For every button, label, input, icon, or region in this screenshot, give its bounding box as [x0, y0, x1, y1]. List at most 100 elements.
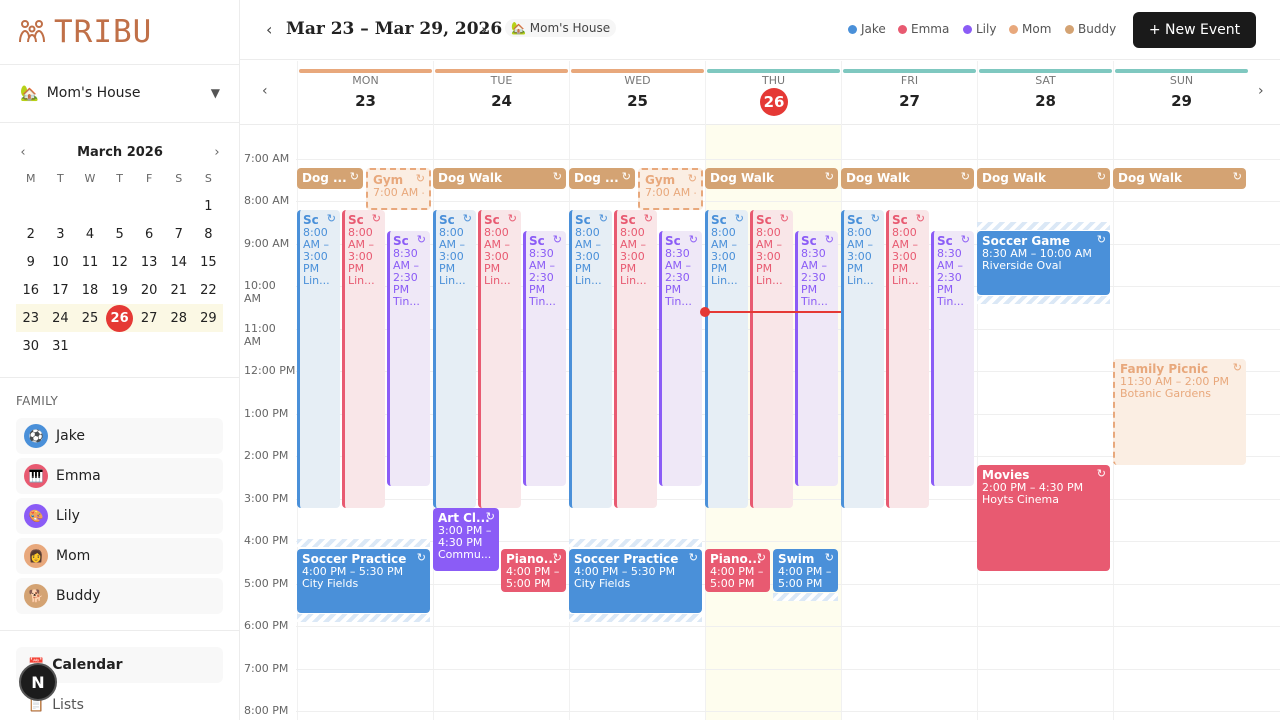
mini-cal-day[interactable]: 1: [194, 192, 224, 220]
next-week-icon[interactable]: ›: [481, 20, 487, 39]
mini-cal-day[interactable]: 19: [105, 276, 135, 304]
mini-cal-day[interactable]: 15: [194, 248, 224, 276]
event-detail: 4:00 PM –: [506, 566, 560, 578]
mini-cal-day[interactable]: 10: [46, 248, 76, 276]
event-dog-walk[interactable]: Dog Walk ↻: [841, 168, 974, 189]
legend-buddy: Buddy: [1065, 22, 1116, 36]
mini-cal-day[interactable]: 6: [134, 220, 164, 248]
recurring-icon: ↻: [688, 233, 698, 246]
mini-cal-day[interactable]: 3: [46, 220, 76, 248]
mini-cal-next-icon[interactable]: ›: [210, 145, 224, 160]
family-member-mom[interactable]: 👩 Mom: [16, 538, 223, 574]
app-logo[interactable]: TRIBU: [16, 14, 152, 50]
day-header-thu[interactable]: THU 26: [705, 61, 841, 125]
mini-cal-day[interactable]: 7: [164, 220, 194, 248]
event-soccer-practice[interactable]: Soccer Practice 4:00 PM – 5:30 PM City Fie…: [297, 549, 430, 613]
event-detail: 8:00: [575, 227, 600, 239]
event-dog-walk[interactable]: Dog Walk ↻: [433, 168, 566, 189]
event-school-jake[interactable]: Sc 8:00 AM –3:00 PM Lin... ↻: [569, 210, 612, 508]
legend-emma: Emma: [898, 22, 949, 36]
mini-cal-day[interactable]: 24: [45, 304, 76, 332]
mini-cal-day[interactable]: 4: [75, 220, 105, 248]
house-selector[interactable]: 🏡 Mom's House ▼: [16, 78, 224, 108]
event-school-emma[interactable]: Sc 8:00 AM –3:00 PM Lin... ↻: [342, 210, 385, 508]
event-school-emma[interactable]: Sc 8:00 AM –3:00 PM Lin... ↻: [478, 210, 521, 508]
family-member-buddy[interactable]: 🐕 Buddy: [16, 578, 223, 614]
mini-cal-day[interactable]: 16: [16, 276, 46, 304]
mini-cal-day[interactable]: 17: [46, 276, 76, 304]
mini-cal-day[interactable]: 26: [104, 304, 135, 332]
day-header-wed[interactable]: WED 25: [569, 61, 705, 125]
family-member-jake[interactable]: ⚽ Jake: [16, 418, 223, 454]
event-dog-walk[interactable]: Dog Walk ↻: [705, 168, 838, 189]
event-soccer-game[interactable]: Soccer Game 8:30 AM – 10:00 AM Riverside O…: [977, 231, 1110, 295]
event-dog-walk[interactable]: Dog Walk ↻: [977, 168, 1110, 189]
mini-cal-day[interactable]: 20: [134, 276, 164, 304]
mini-cal-day[interactable]: 12: [105, 248, 135, 276]
event-school-jake[interactable]: Sc 8:00 AM –3:00 PM Lin... ↻: [841, 210, 884, 508]
mini-cal-day[interactable]: 18: [75, 276, 105, 304]
mini-cal-day[interactable]: 31: [46, 332, 76, 360]
mini-cal-prev-icon[interactable]: ‹: [16, 145, 30, 160]
event-dog-walk[interactable]: Dog ... ↻: [297, 168, 363, 189]
event-school-jake[interactable]: Sc 8:00 AM –3:00 PM Lin... ↻: [705, 210, 748, 508]
family-member-lily[interactable]: 🎨 Lily: [16, 498, 223, 534]
mini-cal-day[interactable]: 23: [16, 304, 46, 332]
user-badge[interactable]: N: [19, 663, 57, 701]
event-school-lily[interactable]: Sc 8:30 AM –2:30 PM Tin... ↻: [387, 231, 430, 486]
mini-cal-day[interactable]: 11: [75, 248, 105, 276]
event-art-class[interactable]: Art Cl... 3:00 PM –4:30 PM Commu... ↻: [433, 508, 499, 571]
event-soccer-practice[interactable]: Soccer Practice 4:00 PM – 5:30 PM City Fie…: [569, 549, 702, 613]
event-school-emma[interactable]: Sc 8:00 AM –3:00 PM Lin... ↻: [886, 210, 929, 508]
event-gym[interactable]: Gym7:00 AM – 8:00 AM↻: [366, 168, 431, 210]
event-swim[interactable]: Swim 4:00 PM –5:00 PM ↻: [773, 549, 838, 592]
event-piano[interactable]: Piano... 4:00 PM –5:00 PM ↻: [501, 549, 566, 592]
mini-cal-day[interactable]: 28: [163, 304, 194, 332]
event-dog-walk[interactable]: Dog Walk ↻: [1113, 168, 1246, 189]
mini-cal-day[interactable]: 25: [75, 304, 105, 332]
mini-cal-day[interactable]: 8: [194, 220, 224, 248]
hour-label: 6:00 PM: [244, 619, 289, 632]
event-detail: Lin...: [892, 275, 919, 287]
day-header-tue[interactable]: TUE 24: [433, 61, 569, 125]
mini-cal-day[interactable]: 22: [194, 276, 224, 304]
day-header-fri[interactable]: FRI 27: [841, 61, 977, 125]
mini-cal-day[interactable]: 13: [134, 248, 164, 276]
day-column[interactable]: [977, 125, 1113, 720]
mini-cal-day[interactable]: 29: [193, 304, 224, 332]
event-movies[interactable]: Movies 2:00 PM – 4:30 PM Hoyts Cinema ↻: [977, 465, 1110, 571]
event-school-emma[interactable]: Sc 8:00 AM –3:00 PM Lin... ↻: [614, 210, 657, 508]
mini-cal-day[interactable]: 2: [16, 220, 46, 248]
event-school-jake[interactable]: Sc 8:00 AM –3:00 PM Lin... ↻: [433, 210, 476, 508]
event-dog-walk[interactable]: Dog ... ↻: [569, 168, 635, 189]
event-piano[interactable]: Piano... 4:00 PM –5:00 PM ↻: [705, 549, 770, 592]
mini-cal-day[interactable]: 21: [164, 276, 194, 304]
event-family-picnic[interactable]: Family Picnic 11:30 AM – 2:00 PM Botanic G…: [1113, 359, 1246, 465]
recurring-icon: ↻: [552, 233, 562, 246]
event-gym[interactable]: Gym7:00 AM – 8:00 AM↻: [638, 168, 703, 210]
app-name: TRIBU: [54, 14, 153, 50]
scroll-right-icon[interactable]: ›: [1258, 83, 1264, 99]
day-header-sun[interactable]: SUN 29: [1113, 61, 1249, 125]
prev-week-icon[interactable]: ‹: [266, 20, 272, 39]
scroll-left-icon[interactable]: ‹: [262, 83, 268, 99]
mini-cal-day[interactable]: 5: [105, 220, 135, 248]
recurring-icon: ↻: [915, 212, 925, 225]
event-school-jake[interactable]: Sc 8:00 AM –3:00 PM Lin... ↻: [297, 210, 340, 508]
event-school-lily[interactable]: Sc 8:30 AM –2:30 PM Tin... ↻: [523, 231, 566, 486]
mini-cal-day[interactable]: 9: [16, 248, 46, 276]
mini-cal-day[interactable]: 14: [164, 248, 194, 276]
legend-mom: Mom: [1009, 22, 1051, 36]
legend-label: Buddy: [1078, 22, 1117, 36]
event-school-lily[interactable]: Sc 8:30 AM –2:30 PM Tin... ↻: [931, 231, 974, 486]
day-header-mon[interactable]: MON 23: [297, 61, 433, 125]
mini-cal-today[interactable]: 26: [106, 304, 134, 332]
event-school-lily[interactable]: Sc 8:30 AM –2:30 PM Tin... ↻: [659, 231, 702, 486]
family-member-emma[interactable]: 🎹 Emma: [16, 458, 223, 494]
event-school-emma[interactable]: Sc 8:00 AM –3:00 PM Lin... ↻: [750, 210, 793, 508]
new-event-button[interactable]: + New Event: [1133, 12, 1256, 48]
mini-cal-day[interactable]: 30: [16, 332, 46, 360]
day-header-sat[interactable]: SAT 28: [977, 61, 1113, 125]
event-school-lily[interactable]: Sc 8:30 AM –2:30 PM Tin... ↻: [795, 231, 838, 486]
mini-cal-day[interactable]: 27: [134, 304, 164, 332]
